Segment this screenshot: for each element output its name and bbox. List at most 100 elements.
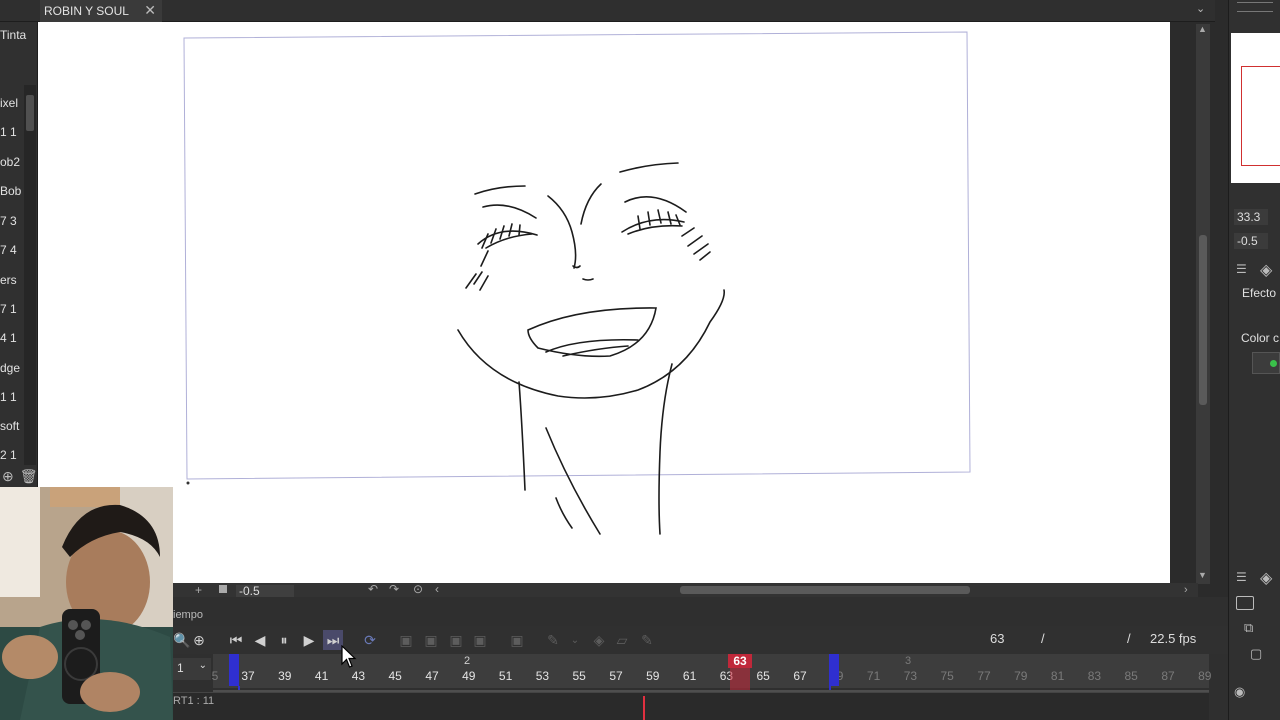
- panel-item[interactable]: 7 1: [0, 302, 17, 316]
- eye-icon[interactable]: ◉: [1234, 684, 1245, 700]
- panel-item[interactable]: 1 1: [0, 390, 17, 404]
- frame-cursor: [643, 696, 645, 720]
- copy-layer-icon[interactable]: ⧉: [1244, 620, 1253, 636]
- ruler-tick: 73: [903, 669, 918, 683]
- frame-separator: /: [1041, 631, 1045, 646]
- loop-playback-icon[interactable]: ⟳: [360, 630, 380, 650]
- horizontal-scrollbar-thumb[interactable]: [680, 586, 970, 594]
- document-tab-title: ROBIN Y SOUL: [44, 4, 129, 18]
- section-label: 2: [464, 655, 471, 667]
- last-frame-button[interactable]: ⏭: [323, 630, 343, 650]
- pause-button[interactable]: ⏸: [274, 630, 294, 650]
- ruler-tick: 85: [1124, 669, 1138, 683]
- effects-label: Efecto: [1242, 286, 1277, 300]
- ruler-tick: 77: [977, 669, 991, 683]
- tween-icon[interactable]: ✎: [543, 630, 563, 650]
- panel-scrollbar[interactable]: [24, 85, 36, 465]
- navigator-preview[interactable]: [1231, 33, 1280, 183]
- webcam-image: [0, 487, 173, 720]
- layers-icon[interactable]: ◈: [1260, 568, 1272, 588]
- rotate-left-icon[interactable]: ↶: [368, 582, 378, 596]
- color-swatch-button[interactable]: [1252, 352, 1280, 374]
- layer-mask-icon[interactable]: ▢: [1250, 646, 1262, 662]
- ruler-tick: 89: [1198, 669, 1212, 683]
- section-label: 3: [905, 655, 912, 667]
- track-label: RT1 : 11: [173, 695, 215, 707]
- in-marker[interactable]: [229, 654, 239, 686]
- rotation-angle-field[interactable]: -0.5: [1234, 233, 1268, 249]
- timeline-tab[interactable]: iempo: [173, 609, 233, 623]
- camera-frame-border: [183, 31, 971, 480]
- scroll-down-icon[interactable]: ▼: [1198, 570, 1207, 580]
- add-layer-icon[interactable]: ⊕: [2, 468, 14, 488]
- panel-item[interactable]: 2 1: [0, 448, 17, 462]
- panel-footer: ⊕ 🗑: [0, 468, 38, 488]
- layer-mode-icon[interactable]: [1236, 596, 1254, 610]
- panel-item[interactable]: dge: [0, 361, 20, 375]
- playhead-frame-label[interactable]: 63: [728, 654, 752, 668]
- plus-icon[interactable]: +: [195, 583, 202, 597]
- menu-icon[interactable]: ☰: [1236, 570, 1247, 584]
- track-select[interactable]: 1 ⌄: [173, 658, 211, 680]
- scroll-up-icon[interactable]: ▲: [1198, 24, 1207, 34]
- scrollbar-thumb[interactable]: [26, 95, 34, 131]
- close-tab-icon[interactable]: ✕: [144, 2, 156, 19]
- copy-cel-icon[interactable]: ▣: [470, 630, 490, 650]
- frame-anchor-dot: [186, 481, 190, 485]
- new-cel-icon[interactable]: ▣: [396, 630, 416, 650]
- pen-icon[interactable]: ✎: [637, 630, 657, 650]
- keyframe-icon[interactable]: ◈: [589, 630, 609, 650]
- ruler-tick: 49: [462, 669, 476, 683]
- keyframe-edit-icon[interactable]: ▱: [612, 630, 632, 650]
- panel-item[interactable]: 7 3: [0, 214, 17, 228]
- document-tab[interactable]: ROBIN Y SOUL ✕: [40, 0, 162, 22]
- zoom-level-field[interactable]: 33.3: [1234, 209, 1268, 225]
- first-frame-button[interactable]: ⏮: [226, 630, 246, 650]
- rotate-right-icon[interactable]: ↷: [389, 582, 399, 596]
- trash-icon[interactable]: 🗑: [20, 468, 38, 488]
- panel-item[interactable]: ers: [0, 273, 17, 287]
- document-tab-bar: [0, 0, 1215, 22]
- panel-item[interactable]: 7 4: [0, 243, 17, 257]
- panel-item[interactable]: 4 1: [0, 331, 17, 345]
- panel-item[interactable]: 1 1: [0, 125, 17, 139]
- ruler-tick: 79: [1014, 669, 1028, 683]
- out-marker[interactable]: [829, 654, 839, 686]
- chevron-down-icon[interactable]: ⌄: [1196, 2, 1205, 15]
- drawing-canvas[interactable]: [38, 22, 1170, 583]
- ruler-tick: 45: [388, 669, 402, 683]
- ruler-tick: 39: [278, 669, 292, 683]
- menu-icon[interactable]: ☰: [1236, 262, 1247, 276]
- ruler-tick: 75: [940, 669, 954, 683]
- ruler-tick: 57: [609, 669, 623, 683]
- delete-cel-icon[interactable]: ▣: [446, 630, 466, 650]
- current-frame-readout: 63: [990, 631, 1005, 646]
- ruler-tick: 41: [314, 669, 329, 683]
- fps-readout: 22.5 fps: [1150, 631, 1197, 646]
- panel-item[interactable]: ixel: [0, 96, 18, 110]
- reset-rotation-icon[interactable]: ⊙: [413, 582, 423, 596]
- previous-frame-button[interactable]: ◀: [250, 630, 270, 650]
- stop-icon[interactable]: [219, 585, 227, 593]
- ruler-tick: 61: [682, 669, 697, 683]
- panel-item[interactable]: Bob: [0, 184, 21, 198]
- onion-skin-icon[interactable]: ▣: [507, 630, 527, 650]
- scroll-left-icon[interactable]: ‹: [435, 582, 439, 596]
- vertical-scrollbar-thumb[interactable]: [1199, 235, 1207, 405]
- navigator-view-frame[interactable]: [1241, 66, 1280, 166]
- chevron-down-icon: ⌄: [198, 660, 207, 671]
- specify-cel-icon[interactable]: ▣: [421, 630, 441, 650]
- timeline-track-row[interactable]: [173, 692, 1209, 720]
- scroll-right-icon[interactable]: ›: [1184, 584, 1188, 596]
- next-frame-button[interactable]: ▶: [299, 630, 319, 650]
- webcam-overlay: [0, 487, 173, 720]
- mouse-cursor-icon: [341, 645, 357, 668]
- panel-item-ink[interactable]: Tinta: [0, 28, 26, 42]
- rotation-field[interactable]: -0.5: [236, 585, 294, 597]
- panel-item[interactable]: soft: [0, 419, 19, 433]
- layer-property-icon[interactable]: ◈: [1260, 260, 1272, 280]
- zoom-in-icon[interactable]: ⊕: [189, 630, 209, 650]
- chevron-down-icon[interactable]: ⌄: [565, 630, 585, 650]
- panel-menu-icon[interactable]: [1237, 2, 1273, 12]
- panel-item[interactable]: ob2: [0, 155, 20, 169]
